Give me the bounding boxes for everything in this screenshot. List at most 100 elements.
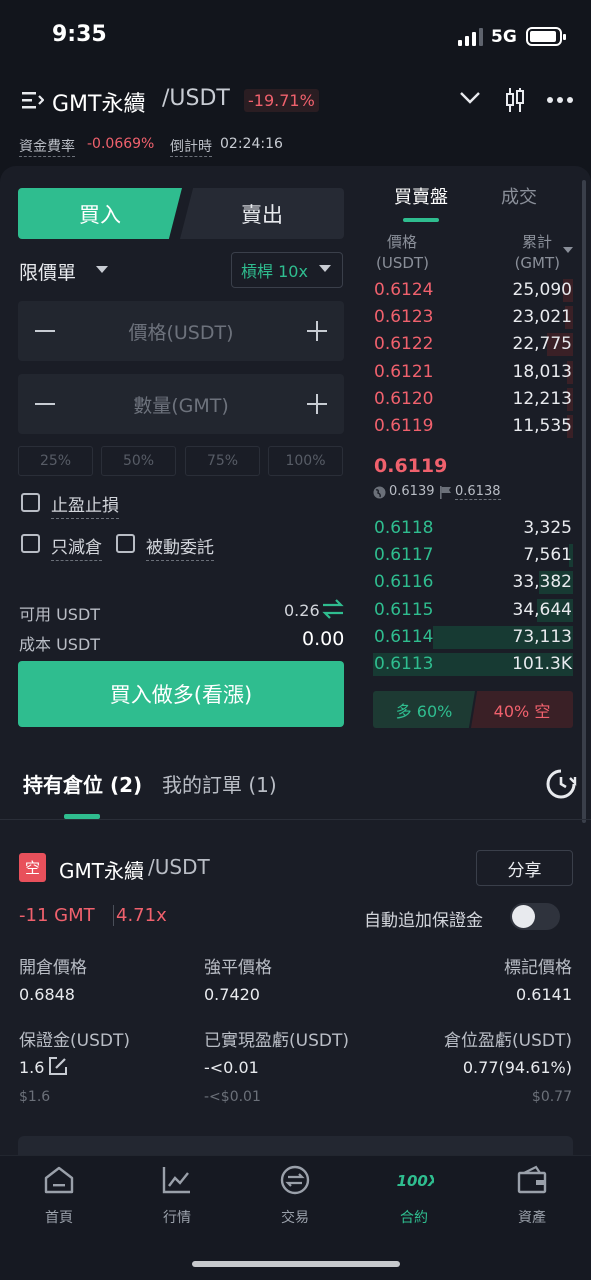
unrealized-pnl-label: 倉位盈虧(USDT)	[444, 1031, 572, 1051]
pair-quote: /USDT	[162, 86, 230, 111]
bid-total: 101.3K	[512, 654, 572, 674]
long-ratio: 多 60%	[373, 691, 475, 728]
caret-down-icon[interactable]	[96, 266, 108, 274]
bid-row[interactable]: 0.6117 7,561	[373, 543, 573, 568]
nav-assets[interactable]: 資產	[492, 1162, 572, 1232]
transfer-icon[interactable]	[322, 599, 344, 619]
post-only-checkbox[interactable]	[116, 534, 135, 553]
wallet-icon	[517, 1165, 547, 1194]
ask-total: 18,013	[512, 361, 572, 382]
bid-price: 0.6113	[374, 654, 434, 674]
home-indicator[interactable]	[192, 1261, 400, 1267]
tab-trades[interactable]: 成交	[501, 183, 537, 209]
orderbook-price-header: 價格 (USDT)	[376, 233, 429, 272]
ask-row[interactable]: 0.6120 12,213	[373, 387, 573, 412]
countdown-label[interactable]: 倒計時	[170, 136, 212, 157]
candlestick-chart-icon[interactable]	[504, 86, 526, 114]
auto-margin-toggle[interactable]	[510, 903, 560, 930]
nav-futures[interactable]: 100X 合約	[374, 1162, 454, 1232]
tp-sl-checkbox[interactable]	[21, 493, 40, 512]
nav-market[interactable]: 行情	[137, 1162, 217, 1232]
liquidation-price-label: 強平價格	[204, 958, 272, 978]
bid-total: 73,113	[512, 626, 572, 647]
signal-icon	[458, 28, 483, 46]
percent-75-button[interactable]: 75%	[185, 446, 260, 476]
caret-down-icon[interactable]	[563, 247, 573, 254]
ask-row[interactable]: 0.6121 18,013	[373, 360, 573, 385]
buy-long-button[interactable]: 買入做多(看漲)	[18, 661, 344, 727]
buy-tab[interactable]: 買入	[18, 188, 182, 239]
edit-icon[interactable]	[48, 1056, 68, 1076]
bid-price: 0.6115	[374, 599, 434, 620]
post-only-label[interactable]: 被動委託	[146, 533, 214, 561]
ask-row[interactable]: 0.6122 22,775	[373, 332, 573, 357]
bid-row[interactable]: 0.6114 73,113	[373, 625, 573, 650]
bid-total: 7,561	[523, 545, 572, 566]
price-input[interactable]: 價格(USDT)	[18, 301, 344, 361]
nav-trade-label: 交易	[281, 1210, 309, 1226]
ask-price: 0.6122	[374, 334, 434, 355]
price-placeholder: 價格(USDT)	[128, 322, 234, 344]
tab-positions[interactable]: 持有倉位 (2)	[23, 769, 142, 798]
globe-icon	[373, 486, 386, 499]
ask-total: 12,213	[512, 388, 572, 409]
home-icon	[44, 1166, 74, 1194]
nav-market-label: 行情	[163, 1210, 191, 1226]
tab-order-book[interactable]: 買賣盤	[394, 183, 448, 209]
status-time: 9:35	[52, 22, 107, 47]
mark-price[interactable]: 0.6138	[455, 484, 501, 500]
pair-title[interactable]: GMT永續	[52, 86, 145, 118]
quantity-input[interactable]: 數量(GMT)	[18, 374, 344, 434]
scrollbar[interactable]	[582, 180, 586, 823]
bid-row[interactable]: 0.6116 33,382	[373, 570, 573, 595]
nav-home[interactable]: 首頁	[19, 1162, 99, 1232]
liquidation-price-value: 0.7420	[204, 985, 260, 1004]
menu-icon[interactable]	[22, 90, 44, 110]
reduce-only-label[interactable]: 只減倉	[51, 533, 102, 561]
ask-row[interactable]: 0.6123 23,021	[373, 305, 573, 330]
realized-pnl-value: -<0.01	[204, 1058, 259, 1077]
bid-price: 0.6117	[374, 545, 434, 566]
unrealized-pnl-value: 0.77(94.61%)	[462, 1058, 572, 1077]
order-type-select[interactable]: 限價單	[19, 258, 76, 285]
sell-tab[interactable]: 賣出	[180, 188, 344, 239]
ask-total: 25,090	[512, 280, 572, 300]
history-icon[interactable]	[545, 768, 577, 800]
index-price: 0.6139	[389, 484, 435, 499]
margin-label: 保證金(USDT)	[19, 1031, 130, 1051]
ask-price: 0.6124	[374, 280, 434, 300]
position-quote: /USDT	[148, 855, 210, 879]
nav-trade[interactable]: 交易	[255, 1162, 335, 1232]
nav-assets-label: 資產	[518, 1210, 546, 1226]
cost-value: 0.00	[302, 628, 345, 650]
tab-underline	[403, 218, 439, 222]
ask-total: 22,775	[512, 334, 572, 355]
tp-sl-label[interactable]: 止盈止損	[51, 491, 119, 519]
position-leverage: 4.71x	[113, 905, 167, 926]
percent-25-button[interactable]: 25%	[18, 446, 93, 476]
funding-rate-label[interactable]: 資金費率	[19, 136, 75, 157]
auto-margin-label: 自動追加保證金	[364, 911, 483, 931]
more-icon[interactable]	[546, 96, 574, 104]
position-size: -11 GMT	[19, 905, 95, 926]
share-button[interactable]: 分享	[476, 850, 573, 886]
chevron-down-icon[interactable]	[459, 90, 481, 106]
bid-row[interactable]: 0.6113 101.3K	[373, 652, 573, 677]
tab-orders[interactable]: 我的訂單 (1)	[162, 769, 277, 798]
quantity-placeholder: 數量(GMT)	[133, 395, 229, 417]
position-pair[interactable]: GMT永續	[59, 855, 144, 884]
percent-100-button[interactable]: 100%	[268, 446, 343, 476]
bid-row[interactable]: 0.6118 3,325	[373, 516, 573, 541]
last-price: 0.6119	[374, 455, 448, 477]
entry-price-label: 開倉價格	[19, 958, 87, 978]
ask-row[interactable]: 0.6124 25,090	[373, 278, 573, 303]
caret-down-icon[interactable]	[319, 265, 331, 273]
orderbook-total-header[interactable]: 累計 (GMT)	[512, 232, 560, 274]
reduce-only-checkbox[interactable]	[21, 534, 40, 553]
ask-row[interactable]: 0.6119 11,535	[373, 414, 573, 439]
bid-row[interactable]: 0.6115 34,644	[373, 598, 573, 623]
realized-pnl-usd: -<$0.01	[204, 1089, 261, 1105]
ask-price: 0.6123	[374, 307, 434, 328]
battery-icon	[526, 27, 566, 46]
percent-50-button[interactable]: 50%	[101, 446, 176, 476]
